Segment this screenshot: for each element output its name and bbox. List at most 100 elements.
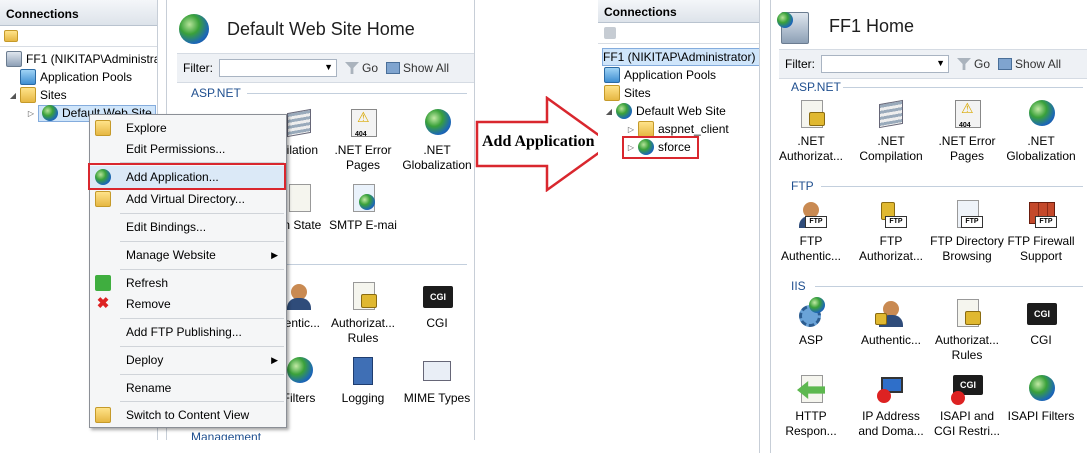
menu-label: Remove xyxy=(126,297,171,311)
authorization-rules-icon xyxy=(951,297,983,329)
feature-ftp-directory-browsing[interactable]: FTP FTP Directory Browsing xyxy=(927,198,1007,264)
menu-edit-bindings[interactable]: Edit Bindings... xyxy=(90,216,286,238)
menu-label: Manage Website xyxy=(126,248,216,262)
feature-net-authorization[interactable]: .NET Authorizat... xyxy=(771,98,851,164)
cgi-icon: CGI xyxy=(421,280,453,312)
feature-mime-types[interactable]: MIME Types xyxy=(397,355,474,406)
tree-server[interactable]: FF1 (NIKITAP\Administrator) xyxy=(602,48,759,66)
website-globe-icon xyxy=(42,105,58,121)
filter-label: Filter: xyxy=(785,57,815,71)
feature-ftp-authorization[interactable]: FTP FTP Authorizat... xyxy=(851,198,931,264)
expand-icon[interactable]: ▷ xyxy=(26,109,36,118)
feature-authorization-rules[interactable]: Authorizat... Rules xyxy=(927,297,1007,363)
tree-aspnet-client-label: aspnet_client xyxy=(658,122,729,136)
section-divider xyxy=(821,186,1083,187)
connections-header: Connections xyxy=(598,0,759,23)
feature-cgi[interactable]: CGI CGI xyxy=(397,280,474,331)
filter-input[interactable]: ▼ xyxy=(821,55,949,73)
filter-input[interactable]: ▼ xyxy=(219,59,337,77)
feature-net-globalization[interactable]: .NET Globalization xyxy=(1001,98,1081,164)
feature-smtp[interactable]: SMTP E-mai xyxy=(323,182,403,233)
feature-label: FTP xyxy=(799,234,823,248)
tree-app-pools[interactable]: Application Pools xyxy=(604,66,716,84)
feature-net-error-pages[interactable]: .NET Error Pages xyxy=(927,98,1007,164)
error-pages-icon xyxy=(347,107,379,142)
menu-separator xyxy=(120,374,284,375)
feature-asp[interactable]: ASP xyxy=(771,297,851,348)
server-icon xyxy=(6,51,22,67)
feature-cgi[interactable]: CGI CGI xyxy=(1001,297,1081,348)
go-button[interactable]: Go xyxy=(957,57,990,71)
feature-error-pages[interactable]: .NET Error Pages xyxy=(323,107,403,173)
tree-sites-label: Sites xyxy=(624,86,651,100)
feature-label-2: Browsing xyxy=(942,249,992,263)
auth-icon xyxy=(283,280,315,312)
collapse-icon[interactable]: ◢ xyxy=(604,107,614,116)
filters-icon xyxy=(283,355,315,387)
feature-net-compilation[interactable]: .NET Compilation xyxy=(851,98,931,164)
save-icon[interactable] xyxy=(604,27,616,39)
show-all-icon xyxy=(386,62,401,74)
error-pages-icon xyxy=(951,98,983,133)
menu-deploy[interactable]: Deploy ▶ xyxy=(90,349,286,371)
feature-ftp-firewall[interactable]: FTP FTP Firewall Support xyxy=(1001,198,1081,264)
feature-isapi-cgi[interactable]: CGI ISAPI and CGI Restri... xyxy=(927,373,1007,439)
menu-refresh[interactable]: Refresh xyxy=(90,272,286,294)
annotation-label: Add Application xyxy=(482,133,595,150)
app-pools-icon xyxy=(604,67,620,83)
menu-edit-permissions[interactable]: Edit Permissions... xyxy=(90,138,286,160)
menu-explore[interactable]: Explore xyxy=(90,117,286,139)
funnel-icon xyxy=(345,62,359,74)
menu-manage-website[interactable]: Manage Website ▶ xyxy=(90,244,286,266)
tree-sites[interactable]: Sites xyxy=(604,84,651,102)
menu-remove[interactable]: ✖ Remove xyxy=(90,293,286,315)
feature-isapi-filters[interactable]: ISAPI Filters xyxy=(1001,373,1081,424)
connections-header: Connections xyxy=(0,0,157,26)
connections-toolbar xyxy=(598,24,759,44)
expand-icon[interactable]: ▷ xyxy=(626,125,636,134)
feature-http-response[interactable]: HTTP Respon... xyxy=(771,373,851,439)
section-divider xyxy=(247,93,467,94)
feature-globalization[interactable]: .NET Globalization xyxy=(397,107,474,173)
collapse-icon[interactable]: ◢ xyxy=(8,91,18,100)
menu-add-virtual-directory[interactable]: Add Virtual Directory... xyxy=(90,188,286,210)
show-all-label: Show All xyxy=(403,61,450,75)
chevron-down-icon[interactable]: ▼ xyxy=(936,58,945,68)
feature-authorization-rules[interactable]: Authorizat... Rules xyxy=(323,280,403,346)
menu-add-ftp-publishing[interactable]: Add FTP Publishing... xyxy=(90,321,286,343)
feature-label-2: Authentic... xyxy=(780,249,842,263)
menu-label: Switch to Content View xyxy=(126,408,250,422)
new-connection-icon[interactable] xyxy=(4,30,18,42)
feature-label-2: Globalization xyxy=(402,158,472,172)
logging-icon xyxy=(347,355,379,387)
tree-app-pools[interactable]: Application Pools xyxy=(20,68,132,86)
tree-server-label: FF1 (NIKITAP\Administrat xyxy=(26,52,158,66)
feature-authentication[interactable]: Authentic... xyxy=(851,297,931,348)
chevron-down-icon[interactable]: ▼ xyxy=(324,62,333,72)
feature-label: CGI xyxy=(426,316,448,330)
feature-label-2: Authorizat... xyxy=(858,249,924,263)
section-management: Management xyxy=(191,430,262,440)
tree-server[interactable]: FF1 (NIKITAP\Administrat xyxy=(6,50,158,68)
filter-bar: Filter: ▼ Go Show All xyxy=(779,49,1087,79)
menu-rename[interactable]: Rename xyxy=(90,377,286,399)
section-divider xyxy=(843,87,1083,88)
tree-sites[interactable]: ◢ Sites xyxy=(8,86,67,104)
go-label: Go xyxy=(362,61,379,75)
tree-default-site[interactable]: ◢ Default Web Site xyxy=(604,102,726,120)
page-title: FF1 Home xyxy=(829,16,915,36)
menu-separator xyxy=(120,318,284,319)
feature-logging[interactable]: Logging xyxy=(323,355,403,406)
feature-ip-address[interactable]: IP Address and Doma... xyxy=(851,373,931,439)
menu-switch-content-view[interactable]: Switch to Content View xyxy=(90,404,286,426)
menu-label: Add FTP Publishing... xyxy=(126,325,242,339)
cgi-icon: CGI xyxy=(1025,297,1057,329)
isapi-filters-icon xyxy=(1025,373,1057,405)
show-all-button[interactable]: Show All xyxy=(998,57,1061,71)
feature-ftp-authentication[interactable]: FTP FTP Authentic... xyxy=(771,198,851,264)
feature-label-2: Respon... xyxy=(785,424,837,438)
feature-label-2: Globalization xyxy=(1006,149,1076,163)
show-all-button[interactable]: Show All xyxy=(386,61,449,75)
feature-label-2: Authorizat... xyxy=(778,149,844,163)
go-button[interactable]: Go xyxy=(345,61,378,75)
